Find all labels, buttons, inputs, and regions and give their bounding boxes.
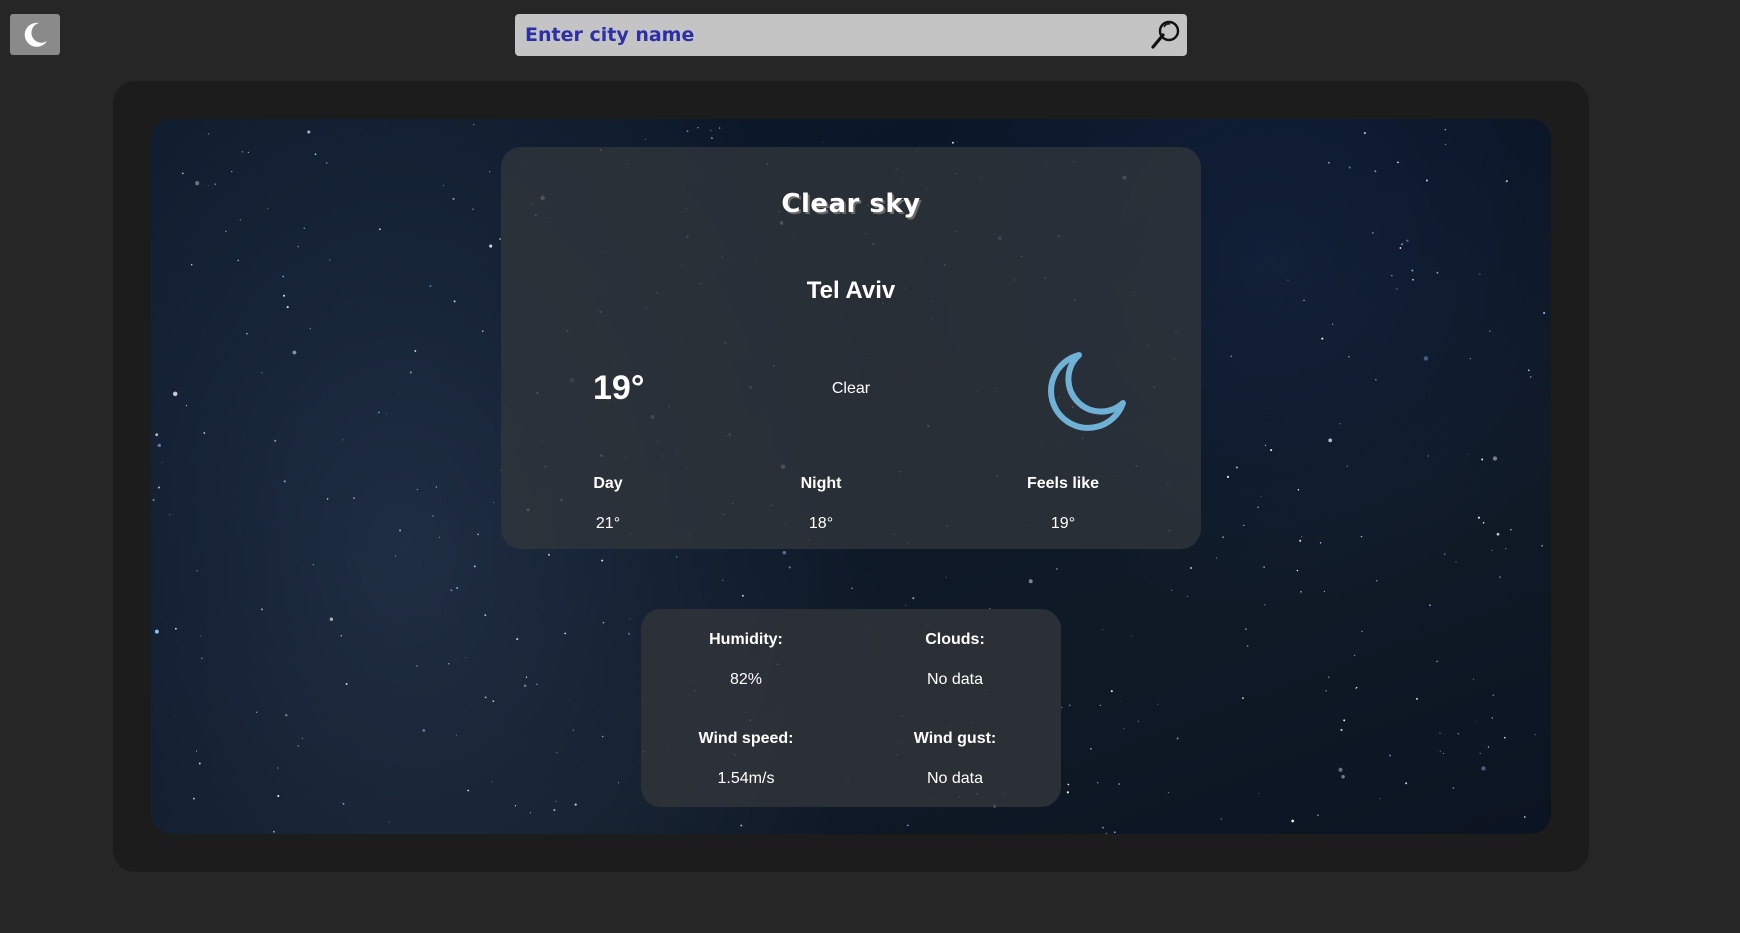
clouds-value: No data bbox=[926, 671, 984, 688]
moon-icon bbox=[24, 22, 47, 47]
night-label: Night bbox=[800, 475, 842, 492]
feels-like-label: Feels like bbox=[1026, 475, 1100, 492]
search-input[interactable] bbox=[515, 13, 1143, 57]
condition-title: Clear sky bbox=[781, 189, 921, 219]
wind-speed-value: 1.54m/s bbox=[717, 770, 775, 787]
day-value: 21° bbox=[595, 515, 621, 532]
night-value: 18° bbox=[808, 515, 834, 532]
clouds-label: Clouds: bbox=[925, 631, 985, 648]
search-button[interactable] bbox=[1143, 14, 1187, 56]
wind-speed-label: Wind speed: bbox=[698, 730, 794, 747]
wind-gust-label: Wind gust: bbox=[913, 730, 997, 747]
humidity-label: Humidity: bbox=[709, 631, 783, 648]
wind-gust-value: No data bbox=[926, 770, 984, 787]
weather-details-card: Humidity: 82% Clouds: No data Wind speed… bbox=[641, 609, 1061, 807]
search-icon bbox=[1151, 20, 1180, 49]
weather-main-card: Clear sky Tel Aviv 19° Clear Day 21° Nig… bbox=[501, 147, 1201, 549]
search-bar bbox=[515, 13, 1187, 57]
humidity-value: 82% bbox=[729, 671, 763, 688]
feels-like-value: 19° bbox=[1050, 515, 1076, 532]
city-name: Tel Aviv bbox=[806, 277, 896, 304]
night-sky-background: Clear sky Tel Aviv 19° Clear Day 21° Nig… bbox=[151, 119, 1551, 834]
theme-toggle-button[interactable] bbox=[10, 14, 60, 55]
moon-icon bbox=[1048, 352, 1126, 431]
weather-frame: Clear sky Tel Aviv 19° Clear Day 21° Nig… bbox=[113, 81, 1589, 872]
day-label: Day bbox=[593, 475, 623, 492]
